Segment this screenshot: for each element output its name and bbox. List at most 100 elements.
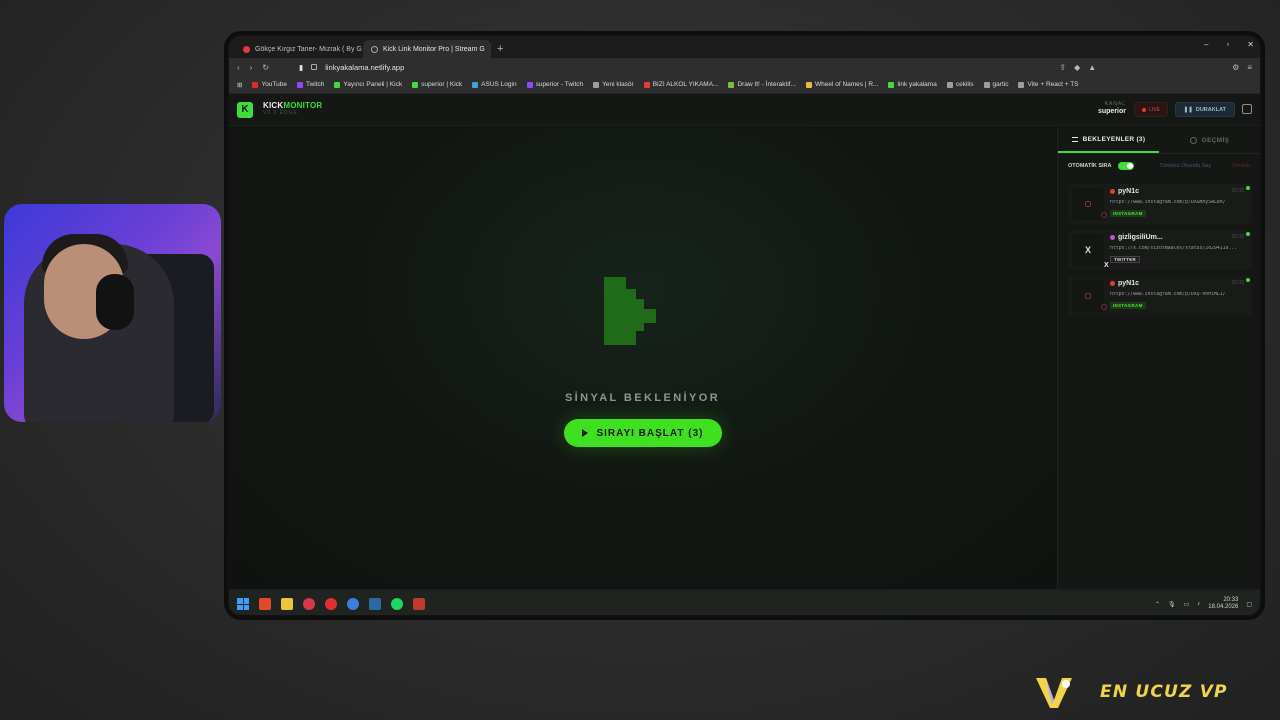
bookmark-label: Wheel of Names | R...: [814, 81, 879, 88]
queue-item[interactable]: XX gizligsiliUm... 20:33 https://x.com/s…: [1068, 230, 1252, 270]
auto-queue-toggle[interactable]: [1117, 162, 1134, 170]
brand-monitor: MONITOR: [283, 101, 323, 111]
instagram-icon: [1085, 201, 1091, 207]
instagram-icon: [1085, 293, 1091, 299]
channel-info: KANAL superior: [1097, 101, 1126, 115]
mark-all-read-button[interactable]: Tümünü Okundu Say: [1159, 163, 1211, 169]
close-tab-icon[interactable]: ✕: [490, 45, 491, 54]
live-button[interactable]: LIVE: [1134, 102, 1168, 117]
url-field[interactable]: ▮ linkyakalama.netlify.app: [299, 63, 1049, 72]
tab-music[interactable]: Gökçe Kırgız Taner- Mızrak ( By G: [235, 40, 363, 58]
start-queue-button[interactable]: SIRAYI BAŞLAT (3): [564, 419, 722, 447]
username: pyN1c: [1118, 188, 1140, 195]
bookmark-label: Yayıncı Paneli | Kick: [343, 81, 403, 88]
app-icon[interactable]: [303, 598, 315, 610]
steam-icon[interactable]: [369, 598, 381, 610]
url-text: linkyakalama.netlify.app: [325, 62, 405, 72]
queue-item-user: gizligsiliUm...: [1110, 234, 1163, 241]
clock-date: 18.04.2026: [1208, 604, 1239, 611]
bookmark-item[interactable]: BIZI ALKOL YIKAMA...: [643, 81, 718, 88]
pause-icon: ❚❚: [1183, 106, 1193, 113]
draw-icon: [728, 81, 735, 88]
back-icon[interactable]: ‹: [237, 63, 240, 72]
bookmark-item[interactable]: superior | Kick: [412, 81, 462, 88]
asus-icon: [472, 81, 479, 88]
queue-item-link[interactable]: https://www.instagram.com/p/DXQ-nnHiML1/: [1110, 292, 1260, 297]
channel-value: superior: [1097, 107, 1126, 115]
link-thumbnail: [1072, 188, 1107, 220]
address-bar: ‹ › ↻ ▮ linkyakalama.netlify.app ⇪ ◆ ▲ ⚙…: [229, 58, 1260, 76]
bookmark-item[interactable]: cekilis: [946, 81, 974, 88]
bookmark-label: Draw It! - İnteraktif...: [737, 81, 796, 88]
queue-item-link[interactable]: https://x.com/sizotmaalex/status/2029411…: [1110, 246, 1260, 251]
globe-icon: [983, 81, 990, 88]
tab-kick-monitor[interactable]: Kick Link Monitor Pro | Stream G ✕: [363, 40, 491, 58]
reload-icon[interactable]: ↻: [262, 63, 269, 72]
browser-window: Gökçe Kırgız Taner- Mızrak ( By G Kick L…: [227, 34, 1262, 617]
brave-browser-icon[interactable]: [259, 598, 271, 610]
new-indicator-icon: [1246, 278, 1250, 282]
instagram-badge-icon: [1101, 304, 1107, 310]
new-indicator-icon: [1246, 232, 1250, 236]
queue-item[interactable]: pyN1c 20:33 https://www.instagram.com/p/…: [1068, 184, 1252, 224]
open-external-icon[interactable]: [1242, 104, 1252, 114]
notifications-icon[interactable]: ▢: [1246, 601, 1252, 608]
extensions-icon[interactable]: ⚙: [1232, 63, 1239, 72]
sponsor-text: EN UCUZ VP: [1100, 682, 1228, 702]
app-icon[interactable]: [413, 598, 425, 610]
site-info-icon[interactable]: [311, 64, 318, 70]
queue-item-link[interactable]: https://www.instagram.com/p/DXGmnySALeh/: [1110, 200, 1260, 205]
bookmark-item[interactable]: ASUS Login: [472, 81, 517, 88]
auto-queue-row: OTOMATİK SIRA Tümünü Okundu Say Temizle: [1058, 154, 1260, 178]
bookmark-item[interactable]: Yeni klasör: [593, 81, 634, 88]
start-menu-icon[interactable]: [237, 598, 249, 610]
apps-icon[interactable]: ⊞: [237, 81, 242, 89]
clock[interactable]: 20:33 18.04.2026: [1208, 597, 1238, 611]
bookmark-item[interactable]: link yakalama: [888, 81, 937, 88]
kick-monitor-app: K KICKMONITOR V3.0 EDGE KANAL superior L…: [229, 94, 1260, 589]
queue-item-time: 20:33: [1231, 280, 1244, 286]
app-icon[interactable]: [325, 598, 337, 610]
maximize-icon[interactable]: ▫: [1226, 40, 1229, 49]
platform-tag: TWITTER: [1110, 256, 1141, 263]
clear-button[interactable]: Temizle: [1231, 163, 1250, 169]
bookmark-item[interactable]: Yayıncı Paneli | Kick: [334, 81, 402, 88]
new-tab-button[interactable]: +: [497, 43, 503, 55]
rewards-icon[interactable]: ▲: [1088, 63, 1096, 72]
bookmark-icon[interactable]: ▮: [299, 63, 303, 72]
bookmark-item[interactable]: Draw It! - İnteraktif...: [728, 81, 796, 88]
microphone-icon[interactable]: 🎙: [1168, 601, 1176, 608]
play-icon: [582, 429, 589, 437]
minimize-icon[interactable]: –: [1204, 40, 1208, 49]
brave-shield-icon[interactable]: ◆: [1074, 63, 1080, 72]
panel-tabs: BEKLEYENLER (3) GEÇMİŞ: [1058, 127, 1260, 154]
chevron-up-icon[interactable]: ⌃: [1155, 601, 1160, 608]
bookmarks-bar: ⊞ YouTube Twitch Yayıncı Paneli | Kick s…: [229, 76, 1260, 94]
globe-icon: [371, 45, 378, 53]
bookmark-item[interactable]: superior - Twitch: [526, 81, 583, 88]
app-icon[interactable]: [347, 598, 359, 610]
tab-label: Kick Link Monitor Pro | Stream G: [383, 45, 485, 53]
spotify-icon[interactable]: [391, 598, 403, 610]
tab-waiting[interactable]: BEKLEYENLER (3): [1058, 127, 1159, 153]
share-icon[interactable]: ⇪: [1059, 63, 1066, 72]
bookmark-item[interactable]: gartic: [983, 81, 1008, 88]
bookmark-item[interactable]: Vite + React + TS: [1018, 81, 1079, 88]
bookmark-item[interactable]: YouTube: [252, 81, 287, 88]
bookmark-item[interactable]: Wheel of Names | R...: [805, 81, 879, 88]
file-explorer-icon[interactable]: [281, 598, 293, 610]
volume-icon[interactable]: ♪: [1197, 601, 1200, 607]
tab-history[interactable]: GEÇMİŞ: [1159, 127, 1260, 153]
close-window-icon[interactable]: ✕: [1247, 40, 1254, 49]
youtube-icon: [643, 81, 650, 88]
link-thumbnail: XX: [1072, 234, 1109, 269]
pause-label: DURAKLAT: [1195, 106, 1226, 113]
menu-icon[interactable]: ≡: [1247, 63, 1252, 72]
forward-icon[interactable]: ›: [250, 63, 253, 72]
pause-button[interactable]: ❚❚ DURAKLAT: [1174, 102, 1235, 117]
tab-label: Gökçe Kırgız Taner- Mızrak ( By G: [255, 45, 362, 53]
display-icon[interactable]: ▭: [1184, 601, 1190, 608]
queue-panel: BEKLEYENLER (3) GEÇMİŞ OTOMATİK SIRA Tüm…: [1057, 127, 1260, 589]
queue-item[interactable]: pyN1c 20:33 https://www.instagram.com/p/…: [1068, 276, 1252, 316]
bookmark-item[interactable]: Twitch: [297, 81, 324, 88]
